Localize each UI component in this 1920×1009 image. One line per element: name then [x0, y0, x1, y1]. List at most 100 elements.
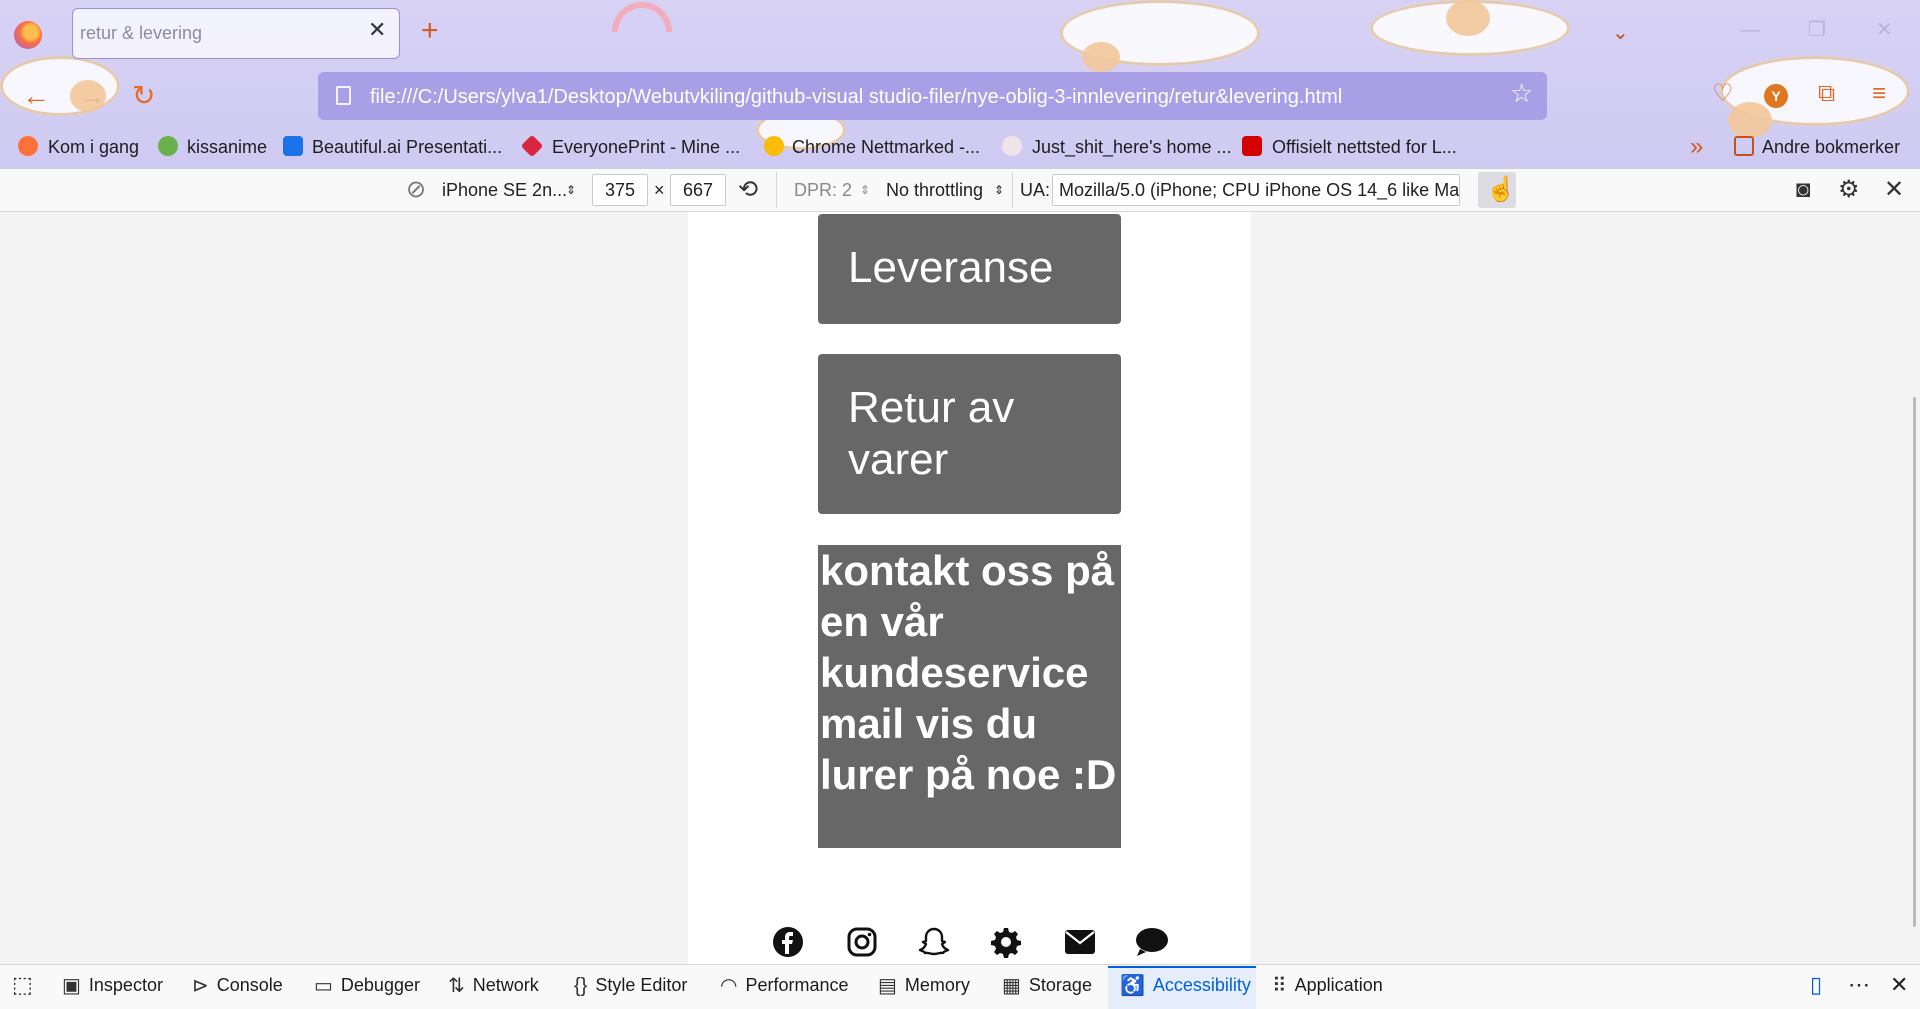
account-avatar[interactable]: Y — [1764, 84, 1788, 108]
style-editor-icon: {} — [574, 974, 588, 997]
page-icon — [336, 86, 351, 105]
tab-network[interactable]: ⇅ Network — [448, 975, 539, 996]
dock-side-icon[interactable]: ▯ — [1810, 974, 1822, 996]
toolbar-divider — [776, 172, 777, 208]
inspector-icon: ▣ — [62, 974, 81, 997]
accessibility-icon: ♿ — [1120, 974, 1145, 997]
pocket-icon[interactable]: ♡ — [1712, 82, 1734, 106]
bookmark-item[interactable]: Kom i gang — [48, 137, 139, 158]
bookmark-item[interactable]: Beautiful.ai Presentati... — [312, 137, 502, 158]
url-text[interactable]: file:///C:/Users/ylva1/Desktop/Webutvkil… — [370, 86, 1342, 109]
theme-decoration — [1728, 102, 1772, 138]
more-bookmarks-chevron-icon[interactable]: » — [1690, 133, 1703, 161]
new-tab-icon[interactable]: + — [421, 16, 439, 46]
device-selector[interactable]: iPhone SE 2n... — [442, 180, 567, 201]
settings-icon[interactable] — [988, 924, 1024, 960]
bookmark-item[interactable]: kissanime — [187, 137, 267, 158]
restore-icon[interactable]: ❐ — [1808, 20, 1826, 40]
leveranse-card[interactable]: Leveranse — [818, 214, 1121, 324]
settings-gear-icon[interactable]: ⚙ — [1838, 178, 1860, 202]
tab-label: Application — [1294, 975, 1383, 995]
bookmark-favicon-icon — [18, 136, 38, 156]
bookmark-item[interactable]: Offisielt nettsted for L... — [1272, 137, 1457, 158]
retur-label: Retur av varer — [848, 383, 1015, 484]
debugger-icon: ▭ — [314, 974, 333, 997]
dimension-separator: × — [654, 180, 665, 200]
facebook-icon[interactable] — [770, 924, 806, 960]
tab-accessibility[interactable]: ♿ Accessibility — [1120, 975, 1251, 996]
minimize-icon[interactable]: — — [1740, 20, 1760, 40]
throttling-dropdown-icon[interactable]: ⇕ — [994, 183, 1004, 197]
tab-label: Inspector — [88, 975, 163, 995]
more-options-icon[interactable]: ⋯ — [1848, 974, 1870, 996]
back-arrow-icon[interactable]: ← — [22, 82, 50, 110]
tab-title: retur & levering — [80, 23, 203, 43]
user-agent-input[interactable]: Mozilla/5.0 (iPhone; CPU iPhone OS 14_6 … — [1052, 174, 1460, 206]
close-rdm-icon[interactable]: ✕ — [1884, 178, 1904, 202]
tab-label: Performance — [745, 975, 849, 995]
bookmark-item[interactable]: EveryonePrint - Mine ... — [552, 137, 740, 158]
leveranse-label: Leveranse — [848, 243, 1054, 292]
list-all-tabs-icon[interactable]: ⌄ — [1612, 20, 1629, 45]
folder-icon — [1734, 136, 1754, 156]
toolbar-divider — [1012, 172, 1013, 208]
menu-icon[interactable]: ≡ — [1872, 82, 1886, 106]
tab-label: Console — [216, 975, 283, 995]
close-window-icon[interactable]: ✕ — [1876, 20, 1893, 40]
tab-label: Storage — [1028, 975, 1092, 995]
tab-label: Memory — [904, 975, 970, 995]
extensions-icon[interactable]: ⧉ — [1818, 82, 1835, 106]
tab-label: Debugger — [340, 975, 420, 995]
mail-icon[interactable] — [1062, 924, 1098, 960]
snapchat-icon[interactable] — [916, 924, 952, 960]
application-icon: ⠿ — [1272, 974, 1287, 997]
forward-arrow-icon[interactable]: → — [78, 82, 106, 110]
tab-label: Network — [472, 975, 539, 995]
tab-performance[interactable]: ◠ Performance — [720, 975, 849, 996]
device-viewport: Leveranse Retur av varer kontakt oss på … — [688, 212, 1251, 964]
reload-icon[interactable]: ↻ — [132, 82, 155, 110]
bookmark-item[interactable]: Just_shit_here's home ... — [1032, 137, 1232, 158]
close-devtools-icon[interactable]: ✕ — [1890, 974, 1908, 996]
performance-icon: ◠ — [720, 974, 738, 997]
bookmark-favicon-icon — [1242, 136, 1262, 156]
firefox-logo-icon — [14, 21, 42, 49]
device-selector-icon: ⊘ — [406, 176, 427, 203]
theme-decoration — [1082, 42, 1120, 72]
dpr-dropdown-icon[interactable]: ⇕ — [860, 183, 870, 197]
device-dropdown-icon[interactable]: ⇕ — [566, 183, 576, 197]
tab-storage[interactable]: ▦ Storage — [1002, 975, 1092, 996]
screenshot-camera-icon[interactable]: ◙ — [1796, 178, 1811, 202]
tab-console[interactable]: ⊳ Console — [192, 975, 283, 996]
bookmark-favicon-icon — [1002, 136, 1022, 156]
pick-element-icon[interactable]: ⬚ — [12, 974, 33, 996]
viewport-height-input[interactable]: 667 — [670, 174, 726, 206]
tab-debugger[interactable]: ▭ Debugger — [314, 975, 420, 996]
instagram-icon[interactable] — [844, 924, 880, 960]
dpr-selector[interactable]: DPR: 2 — [794, 180, 852, 201]
other-bookmarks[interactable]: Andre bokmerker — [1762, 137, 1900, 158]
tab-label: Accessibility — [1152, 975, 1251, 995]
user-agent-label: UA: — [1020, 180, 1051, 200]
throttling-selector[interactable]: No throttling — [886, 180, 983, 201]
rotate-viewport-icon[interactable]: ⟲ — [738, 178, 758, 202]
bookmark-favicon-icon — [283, 136, 303, 156]
bookmark-favicon-icon — [158, 136, 178, 156]
retur-card[interactable]: Retur av varer — [818, 354, 1121, 514]
contact-box: kontakt oss på en vår kundeservice mail … — [818, 545, 1121, 848]
chat-icon[interactable] — [1134, 924, 1170, 960]
viewport-width-input[interactable]: 375 — [592, 174, 648, 206]
theme-decoration — [1446, 0, 1490, 36]
bookmark-item[interactable]: Chrome Nettmarked -... — [792, 137, 980, 158]
touch-hand-icon: ☝ — [1486, 176, 1516, 203]
console-icon: ⊳ — [192, 974, 209, 997]
close-tab-icon[interactable]: ✕ — [368, 19, 386, 41]
tab-memory[interactable]: ▤ Memory — [878, 975, 970, 996]
network-icon: ⇅ — [448, 974, 465, 997]
tab-style-editor[interactable]: {} Style Editor — [574, 975, 687, 996]
bookmark-star-icon[interactable]: ☆ — [1510, 80, 1533, 106]
page-scrollbar[interactable] — [1913, 397, 1916, 927]
tab-inspector[interactable]: ▣ Inspector — [62, 975, 163, 996]
tab-application[interactable]: ⠿ Application — [1272, 975, 1383, 996]
storage-icon: ▦ — [1002, 974, 1021, 997]
